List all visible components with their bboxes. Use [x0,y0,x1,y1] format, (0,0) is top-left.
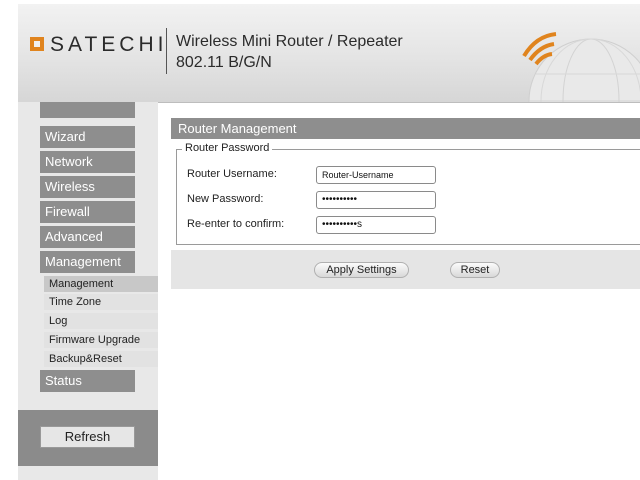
product-name: Wireless Mini Router / Repeater [176,33,403,50]
sidebar-item-advanced[interactable]: Advanced [40,226,135,248]
sidebar-subitem-firmware-upgrade[interactable]: Firmware Upgrade [44,332,158,348]
sidebar-subitem-time-zone[interactable]: Time Zone [44,294,158,310]
apply-settings-button[interactable]: Apply Settings [314,262,409,278]
sidebar-item-status[interactable]: Status [40,370,135,392]
username-field[interactable]: Router-Username [316,166,436,184]
new-password-field[interactable]: •••••••••• [316,191,436,209]
reset-button[interactable]: Reset [450,262,500,278]
brand-logo-text: SATECHI [50,33,168,56]
confirm-password-field[interactable]: ••••••••••s [316,216,436,234]
sidebar-item-wizard[interactable]: Wizard [40,126,135,148]
sidebar-item-network[interactable]: Network [40,151,135,173]
sidebar-top-tab [40,102,135,118]
sidebar-item-management[interactable]: Management [40,251,135,273]
header-banner: SATECHI Wireless Mini Router / Repeater … [18,4,640,103]
refresh-button[interactable]: Refresh [40,426,135,448]
sidebar-item-firewall[interactable]: Firewall [40,201,135,223]
sidebar-subitem-backup-reset[interactable]: Backup&Reset [44,351,158,367]
globe-wifi-icon [522,32,640,102]
username-label: Router Username: [187,168,277,180]
satechi-logo-icon [30,37,44,51]
sidebar-subitem-log[interactable]: Log [44,313,158,329]
page-title: Router Management [171,118,640,139]
header-divider [166,28,167,74]
new-password-label: New Password: [187,193,264,205]
product-standard: 802.11 B/G/N [176,54,272,71]
sidebar-subitem-management[interactable]: Management [44,276,158,292]
fieldset-legend: Router Password [182,142,273,154]
sidebar-item-wireless[interactable]: Wireless [40,176,135,198]
confirm-password-label: Re-enter to confirm: [187,218,285,230]
